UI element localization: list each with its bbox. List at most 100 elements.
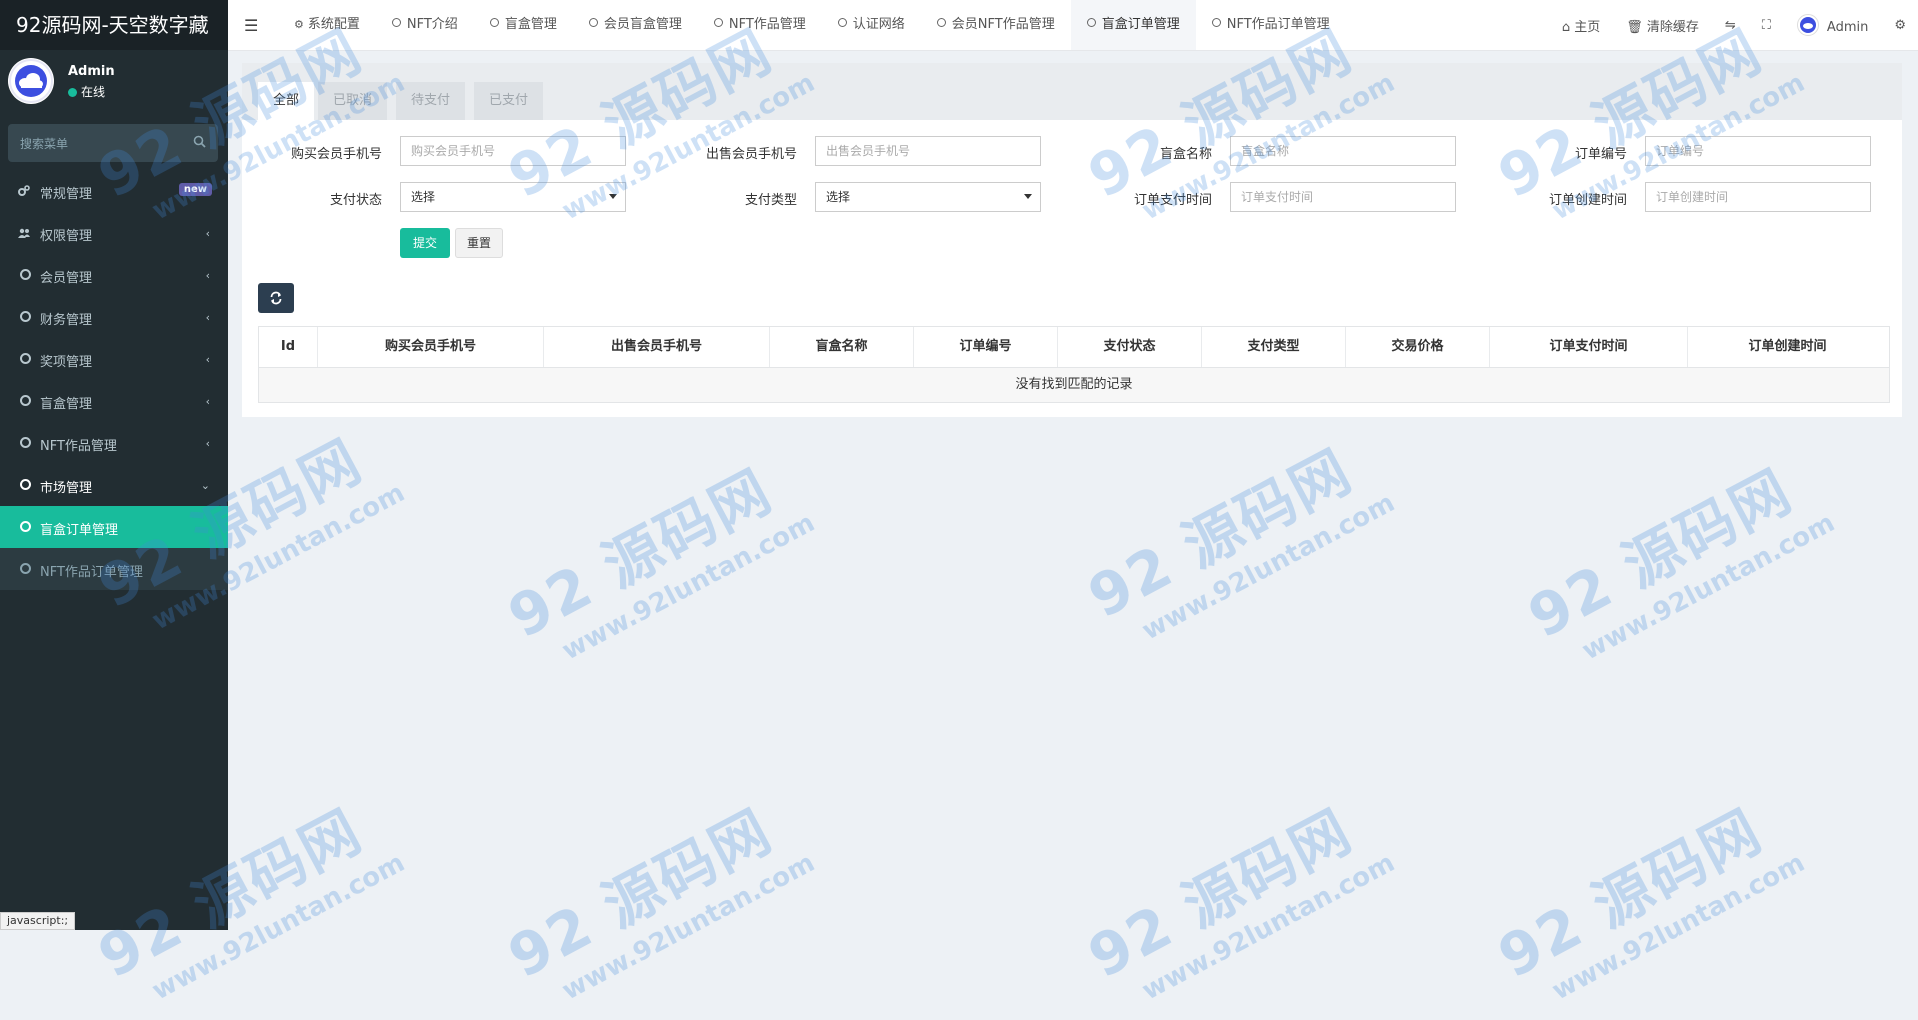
sidebar-item-nft-orders[interactable]: NFT作品订单管理	[0, 548, 228, 590]
create-time-input[interactable]: 订单创建时间	[1645, 182, 1871, 212]
tab-label: NFT作品管理	[728, 17, 806, 32]
circle-icon	[20, 437, 31, 448]
watermark-url: www.92luntan.com	[557, 507, 820, 667]
tab-label: 会员NFT作品管理	[951, 17, 1055, 32]
sidebar: 92源码网-天空数字藏 Admin 在线 搜索菜单 常规管理 new 权限管理 …	[0, 0, 228, 930]
hamburger-menu-icon[interactable]: ☰	[244, 16, 258, 35]
sidebar-item-label: NFT作品管理	[40, 439, 117, 454]
sidebar-item-label: 盲盒管理	[40, 397, 93, 412]
tab-all[interactable]: 全部	[258, 82, 315, 120]
sidebar-menu: 常规管理 new 权限管理 ‹ 会员管理 ‹ 财务管理 ‹ 奖项管理 ‹ 盲盒管…	[0, 170, 228, 590]
tab-blindbox-orders[interactable]: 盲盒订单管理	[1070, 0, 1196, 50]
column-header[interactable]: 订单创建时间	[1688, 327, 1887, 367]
pay-status-select[interactable]: 选择	[400, 182, 626, 212]
column-header[interactable]: Id	[259, 327, 318, 367]
sidebar-item-blindbox-orders[interactable]: 盲盒订单管理	[0, 506, 228, 548]
sidebar-item-finance[interactable]: 财务管理 ‹	[0, 296, 228, 338]
watermark: 92 源码网 www.92luntan.com	[491, 434, 820, 681]
column-header[interactable]: 购买会员手机号	[318, 327, 544, 367]
user-status-label: 在线	[81, 85, 106, 99]
pay-time-input[interactable]: 订单支付时间	[1230, 182, 1456, 212]
clear-cache-button[interactable]: 🗑 清除缓存	[1626, 16, 1699, 35]
column-header[interactable]: 盲盒名称	[770, 327, 914, 367]
admin-label: Admin	[1826, 20, 1869, 35]
submit-button[interactable]: 提交	[400, 228, 450, 258]
column-header[interactable]: 订单编号	[914, 327, 1058, 367]
tab-cancelled[interactable]: 已取消	[318, 82, 388, 120]
chevron-down-icon: ⌄	[200, 479, 210, 492]
refresh-button[interactable]	[258, 283, 294, 313]
box-name-label: 盲盒名称	[1159, 147, 1212, 162]
pay-time-label: 订单支付时间	[1133, 193, 1212, 208]
status-tabs: 全部 已取消 待支付 已支付	[242, 63, 1902, 120]
sidebar-item-members[interactable]: 会员管理 ‹	[0, 254, 228, 296]
seller-phone-input[interactable]: 出售会员手机号	[815, 136, 1041, 166]
reset-button[interactable]: 重置	[455, 228, 503, 258]
sidebar-item-nft-works[interactable]: NFT作品管理 ‹	[0, 422, 228, 464]
column-header[interactable]: 出售会员手机号	[544, 327, 770, 367]
column-header[interactable]: 交易价格	[1346, 327, 1490, 367]
translate-icon[interactable]: ⇋	[1725, 18, 1736, 33]
caret-down-icon	[1024, 194, 1032, 199]
fullscreen-icon[interactable]: ⛶	[1762, 18, 1771, 33]
caret-down-icon	[609, 194, 617, 199]
sidebar-item-market[interactable]: 市场管理 ⌄	[0, 464, 228, 506]
box-name-input[interactable]: 盲盒名称	[1230, 136, 1456, 166]
sidebar-item-label: 权限管理	[40, 229, 93, 244]
sidebar-item-label: 盲盒订单管理	[40, 523, 119, 538]
column-header[interactable]: 支付类型	[1202, 327, 1346, 367]
tab-nft-intro[interactable]: NFT介绍	[376, 0, 474, 50]
order-no-input[interactable]: 订单编号	[1645, 136, 1871, 166]
page-tabs: ⚙ 系统配置 NFT介绍 盲盒管理 会员盲盒管理 NFT作品管理 认证网络 会员N…	[278, 0, 1346, 50]
chevron-left-icon: ‹	[205, 311, 210, 324]
tab-label: 盲盒订单管理	[1101, 17, 1180, 32]
tab-paid[interactable]: 已支付	[474, 82, 544, 120]
chevron-left-icon: ‹	[205, 395, 210, 408]
sidebar-item-general[interactable]: 常规管理 new	[0, 170, 228, 212]
buyer-phone-input[interactable]: 购买会员手机号	[400, 136, 626, 166]
watermark-brand: 92 源码网	[1517, 456, 1803, 652]
topbar-actions: ⌂ 主页 🗑 清除缓存 ⇋ ⛶ Admin ⚙	[1536, 0, 1906, 50]
circle-icon	[20, 563, 31, 574]
tab-system-config[interactable]: ⚙ 系统配置	[278, 0, 376, 50]
column-header[interactable]: 订单支付时间	[1490, 327, 1688, 367]
online-dot-icon	[68, 88, 77, 97]
pay-type-select[interactable]: 选择	[815, 182, 1041, 212]
circle-icon	[391, 18, 401, 27]
column-header[interactable]: 支付状态	[1058, 327, 1202, 367]
home-link[interactable]: ⌂ 主页	[1562, 16, 1600, 35]
app-title[interactable]: 92源码网-天空数字藏	[0, 0, 228, 50]
gear-icon: ⚙	[294, 18, 304, 31]
tab-blindbox[interactable]: 盲盒管理	[474, 0, 573, 50]
users-icon	[18, 228, 30, 238]
watermark: 92 源码网 www.92luntan.com	[1071, 774, 1400, 1020]
tab-nft-orders[interactable]: NFT作品订单管理	[1196, 0, 1346, 50]
chevron-left-icon: ‹	[205, 353, 210, 366]
watermark: 92 源码网 www.92luntan.com	[1481, 774, 1810, 1020]
tab-nft-works[interactable]: NFT作品管理	[698, 0, 822, 50]
sidebar-search-input[interactable]: 搜索菜单	[8, 124, 218, 162]
tab-member-nft-works[interactable]: 会员NFT作品管理	[921, 0, 1071, 50]
circle-icon	[588, 18, 598, 27]
tab-member-blindbox[interactable]: 会员盲盒管理	[573, 0, 698, 50]
home-label: 主页	[1574, 19, 1601, 35]
sidebar-item-permissions[interactable]: 权限管理 ‹	[0, 212, 228, 254]
admin-menu[interactable]: Admin	[1796, 14, 1869, 36]
tab-label: 系统配置	[307, 17, 360, 32]
tab-pending[interactable]: 待支付	[396, 82, 466, 120]
sidebar-item-label: NFT作品订单管理	[40, 565, 143, 580]
sidebar-item-awards[interactable]: 奖项管理 ‹	[0, 338, 228, 380]
circle-icon	[20, 353, 31, 364]
search-icon[interactable]	[193, 135, 206, 148]
watermark-url: www.92luntan.com	[1547, 847, 1810, 1007]
circle-icon	[1086, 18, 1096, 27]
sidebar-item-label: 会员管理	[40, 271, 93, 286]
tab-auth-network[interactable]: 认证网络	[822, 0, 921, 50]
circle-icon	[1211, 18, 1221, 27]
sidebar-item-blindbox[interactable]: 盲盒管理 ‹	[0, 380, 228, 422]
table-header: Id 购买会员手机号 出售会员手机号 盲盒名称 订单编号 支付状态 支付类型 交…	[259, 327, 1889, 368]
cogs-icon[interactable]: ⚙	[1894, 18, 1906, 33]
watermark-url: www.92luntan.com	[1577, 507, 1840, 667]
sidebar-item-label: 常规管理	[40, 187, 93, 202]
browser-status-bar: javascript:;	[0, 912, 76, 930]
